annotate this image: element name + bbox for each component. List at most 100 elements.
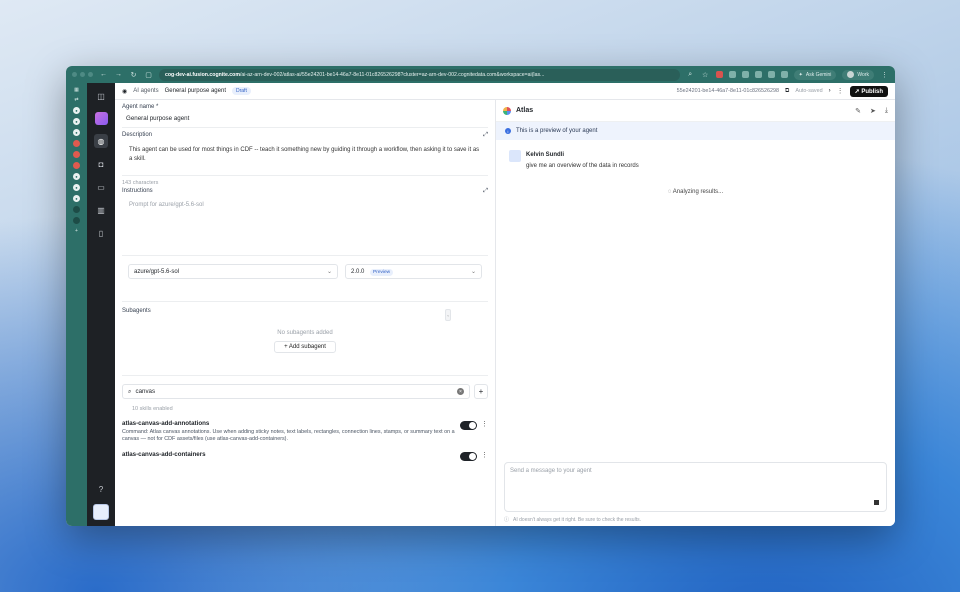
more-options-icon[interactable]: ⋮ bbox=[837, 87, 844, 95]
expand-icon[interactable]: ⤢ bbox=[483, 132, 488, 139]
expand-icon[interactable]: ⤢ bbox=[483, 188, 488, 195]
tabs-icon[interactable]: ▢ bbox=[144, 71, 153, 79]
clear-icon[interactable]: × bbox=[457, 388, 464, 395]
agents-icon: ◉ bbox=[122, 88, 128, 95]
download-icon[interactable]: ⤓ bbox=[885, 107, 888, 115]
send-icon[interactable]: ➤ bbox=[870, 107, 876, 115]
zoom-icon[interactable]: ⌕ bbox=[686, 71, 695, 79]
avatar bbox=[847, 71, 855, 78]
panel-resize-handle[interactable]: ‹ bbox=[445, 309, 451, 321]
maximize-dot[interactable] bbox=[88, 72, 93, 77]
subagents-section: Subagents No subagents added + Add subag… bbox=[122, 301, 488, 353]
description-label: Description bbox=[122, 132, 153, 138]
ask-gemini-label: Ask Gemini bbox=[805, 71, 832, 78]
help-icon[interactable]: ? bbox=[94, 482, 108, 496]
pinned-site-icon[interactable]: ● bbox=[73, 129, 80, 136]
url-host: cog-dev-ai.fusion.cognite.com bbox=[165, 71, 240, 78]
user-avatar[interactable] bbox=[93, 504, 109, 520]
preview-banner: i This is a preview of your agent bbox=[496, 122, 895, 140]
browser-side-rail: ▦ ⇄ ● ● ● ● ● ● + bbox=[66, 83, 87, 526]
pinned-site-icon[interactable]: ● bbox=[73, 118, 80, 125]
extension-icon[interactable] bbox=[715, 71, 723, 78]
pinned-site-icon[interactable]: ● bbox=[73, 184, 80, 191]
extension-icon[interactable] bbox=[780, 71, 788, 78]
subagents-empty: No subagents added bbox=[277, 330, 333, 336]
reload-icon[interactable]: ↻ bbox=[129, 71, 138, 79]
profile-label: Work bbox=[857, 71, 869, 78]
bookmark-star-icon[interactable]: ☆ bbox=[701, 71, 710, 79]
instructions-field[interactable]: Prompt for azure/gpt-5.6-sol bbox=[122, 198, 488, 256]
tab-grid-icon[interactable]: ▦ bbox=[74, 87, 79, 93]
pinned-site-icon[interactable] bbox=[73, 206, 80, 213]
extension-icon[interactable] bbox=[767, 71, 775, 78]
pinned-site-icon[interactable] bbox=[73, 151, 80, 158]
close-dot[interactable] bbox=[72, 72, 77, 77]
tab-switch-icon[interactable]: ⇄ bbox=[74, 97, 78, 103]
skill-more-icon[interactable]: ⋮ bbox=[481, 420, 488, 443]
extension-icon[interactable] bbox=[754, 71, 762, 78]
chat-header: Atlas ✎ ➤ ⤓ bbox=[496, 100, 895, 122]
pinned-site-icon[interactable] bbox=[73, 140, 80, 147]
instructions-header: Instructions ⤢ bbox=[122, 188, 488, 195]
pinned-site-icon[interactable]: ● bbox=[73, 107, 80, 114]
skills-enabled-count: 10 skills enabled bbox=[132, 406, 173, 412]
address-bar[interactable]: cog-dev-ai.fusion.cognite.com /ai-az-arn… bbox=[159, 68, 680, 81]
message-composer[interactable]: Send a message to your agent bbox=[504, 462, 887, 512]
profile-button[interactable]: Work bbox=[842, 69, 874, 80]
add-subagent-button[interactable]: + Add subagent bbox=[274, 341, 336, 353]
agent-name-field[interactable]: General purpose agent bbox=[122, 113, 488, 128]
breadcrumb-current: General purpose agent bbox=[164, 88, 226, 94]
agent-name-label: Agent name * bbox=[122, 104, 159, 110]
skill-name: atlas-canvas-add-annotations bbox=[122, 420, 210, 427]
description-header: Description ⤢ bbox=[122, 132, 488, 139]
chevron-down-icon: ⌄ bbox=[326, 269, 332, 275]
status-text: Analyzing results... bbox=[672, 189, 724, 195]
skills-search-input[interactable]: ⌕ canvas × bbox=[122, 384, 470, 399]
disclaimer-text: AI doesn't always get it right. Be sure … bbox=[513, 516, 641, 523]
chevron-right-icon[interactable]: › bbox=[829, 88, 831, 94]
skill-toggle[interactable] bbox=[460, 452, 477, 461]
extension-icon[interactable] bbox=[741, 71, 749, 78]
version-select[interactable]: 2.0.0 Preview ⌄ bbox=[345, 264, 482, 279]
agent-id: 55e24201-be14-46a7-8e11-01c826526298 bbox=[676, 88, 780, 94]
stop-icon[interactable] bbox=[874, 500, 879, 505]
user-avatar bbox=[509, 150, 521, 162]
info-icon: ⓘ bbox=[504, 517, 510, 523]
publish-button[interactable]: ➚ Publish bbox=[849, 85, 888, 97]
book-icon[interactable]: ▥ bbox=[94, 203, 108, 217]
app-logo[interactable] bbox=[94, 112, 108, 125]
skill-item: atlas-canvas-add-annotations Command: At… bbox=[122, 420, 488, 443]
add-skill-button[interactable]: + bbox=[474, 384, 488, 399]
minimize-dot[interactable] bbox=[80, 72, 85, 77]
model-select[interactable]: azure/gpt-5.6-sol ⌄ bbox=[128, 264, 338, 279]
pinned-site-icon[interactable]: ● bbox=[73, 173, 80, 180]
spinner-icon: ◌ bbox=[667, 189, 672, 195]
ask-gemini-button[interactable]: ✦ Ask Gemini bbox=[793, 69, 837, 80]
model-value: azure/gpt-5.6-sol bbox=[134, 268, 180, 275]
menu-icon[interactable]: ⋮ bbox=[880, 71, 889, 79]
new-chat-icon[interactable]: ✎ bbox=[855, 107, 861, 115]
forward-icon[interactable]: → bbox=[114, 71, 123, 78]
skill-description: Command: Atlas canvas annotations. Use w… bbox=[122, 429, 455, 442]
inbox-icon[interactable]: ▭ bbox=[94, 180, 108, 194]
copy-icon[interactable]: ⧉ bbox=[785, 88, 789, 95]
extension-icon[interactable] bbox=[728, 71, 736, 78]
description-field[interactable]: This agent can be used for most things i… bbox=[122, 142, 488, 176]
analyzing-status: ◌ Analyzing results... bbox=[496, 189, 895, 195]
clipboard-icon[interactable]: ▯ bbox=[94, 226, 108, 240]
status-badge: Draft bbox=[232, 87, 251, 95]
pinned-site-icon[interactable] bbox=[73, 162, 80, 169]
skill-more-icon[interactable]: ⋮ bbox=[481, 451, 488, 461]
add-tab-icon[interactable]: + bbox=[75, 228, 78, 234]
back-icon[interactable]: ← bbox=[99, 71, 108, 78]
sidebar-toggle-icon[interactable]: ◫ bbox=[94, 89, 108, 103]
pinned-site-icon[interactable]: ● bbox=[73, 195, 80, 202]
bot-icon[interactable]: ◘ bbox=[94, 157, 108, 171]
skill-item: atlas-canvas-add-containers ⋮ bbox=[122, 451, 488, 461]
skill-toggle[interactable] bbox=[460, 421, 477, 430]
rocket-icon: ➚ bbox=[854, 88, 860, 95]
pinned-site-icon[interactable] bbox=[73, 217, 80, 224]
breadcrumb-root[interactable]: AI agents bbox=[133, 88, 158, 94]
globe-icon[interactable]: ◍ bbox=[94, 134, 108, 148]
composer-placeholder: Send a message to your agent bbox=[510, 468, 592, 474]
